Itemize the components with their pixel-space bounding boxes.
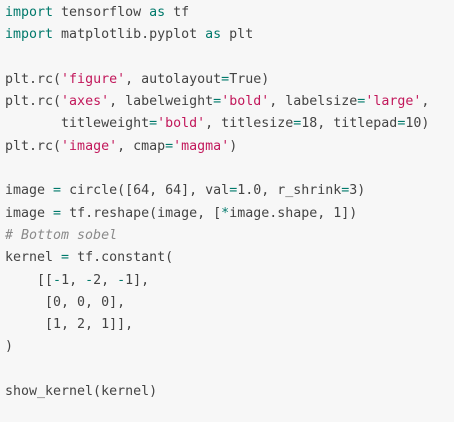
code-token: import bbox=[5, 27, 54, 43]
code-token: as bbox=[149, 5, 166, 20]
code-token: image bbox=[5, 183, 54, 199]
code-token: circle([64, 64], val bbox=[61, 183, 230, 199]
code-token: 3) bbox=[349, 183, 366, 199]
code-token: plt.rc( bbox=[5, 71, 62, 87]
code-token: [0, 0, 0], bbox=[5, 294, 126, 310]
code-token: = bbox=[165, 138, 174, 154]
code-token: image.shape, 1]) bbox=[229, 205, 358, 221]
code-token: = bbox=[221, 71, 230, 87]
code-token: 'large' bbox=[365, 94, 422, 110]
code-line: import tensorflow as tf bbox=[5, 2, 454, 24]
code-token: 1.0, r_shrink bbox=[237, 183, 342, 199]
code-token: = bbox=[61, 250, 70, 266]
code-line: [0, 0, 0], bbox=[5, 292, 454, 314]
code-token: , labelsize bbox=[269, 94, 358, 110]
code-token: 1, bbox=[61, 272, 86, 288]
code-token: 'magma' bbox=[173, 138, 230, 154]
code-line: plt.rc('axes', labelweight='bold', label… bbox=[5, 91, 454, 113]
code-token: plt.rc( bbox=[5, 138, 62, 154]
code-line: # Bottom sobel bbox=[5, 225, 454, 247]
code-token: True) bbox=[229, 71, 270, 87]
code-line: titleweight='bold', titlesize=18, titlep… bbox=[5, 113, 454, 135]
code-token: , bbox=[421, 94, 430, 110]
code-line: plt.rc('figure', autolayout=True) bbox=[5, 69, 454, 91]
code-token: ) bbox=[229, 138, 238, 154]
code-token: - bbox=[117, 272, 126, 288]
code-token: = bbox=[213, 94, 222, 110]
code-token: = bbox=[229, 183, 238, 199]
code-token: 1], bbox=[125, 272, 150, 288]
code-token: [1, 2, 1]], bbox=[5, 317, 134, 333]
code-token: tf.reshape(image, [ bbox=[61, 205, 222, 221]
code-token: ) bbox=[5, 339, 14, 355]
code-token: = bbox=[149, 116, 158, 132]
code-token: kernel bbox=[5, 250, 62, 266]
code-token: - bbox=[53, 272, 62, 288]
code-token: 'figure' bbox=[61, 71, 126, 87]
code-line: plt.rc('image', cmap='magma') bbox=[5, 136, 454, 158]
code-token: , titlesize bbox=[205, 116, 294, 132]
code-line: kernel = tf.constant( bbox=[5, 247, 454, 269]
code-token: = bbox=[53, 183, 62, 199]
code-token: 2, bbox=[93, 272, 118, 288]
code-line: ) bbox=[5, 336, 454, 358]
code-line: show_kernel(kernel) bbox=[5, 381, 454, 403]
code-token: tensorflow bbox=[53, 5, 150, 20]
code-token: tf.constant( bbox=[69, 250, 174, 266]
code-token: tf bbox=[165, 5, 190, 20]
code-block: import tensorflow as tf import matplotlib… bbox=[0, 0, 454, 422]
code-token: = bbox=[53, 205, 62, 221]
code-token: plt bbox=[221, 27, 254, 43]
code-token: image bbox=[5, 205, 54, 221]
code-line: import matplotlib.pyplot as plt bbox=[5, 24, 454, 46]
code-token: * bbox=[221, 205, 230, 221]
code-token: , labelweight bbox=[109, 94, 214, 110]
code-token: as bbox=[205, 27, 222, 43]
code-token: matplotlib.pyplot bbox=[53, 27, 206, 43]
code-token: plt.rc( bbox=[5, 94, 62, 110]
code-token: , cmap bbox=[117, 138, 166, 154]
code-line: image = tf.reshape(image, [*image.shape,… bbox=[5, 203, 454, 225]
code-token: 'bold' bbox=[221, 94, 270, 110]
code-token: 18, titlepad bbox=[301, 116, 398, 132]
code-token: show_kernel(kernel) bbox=[5, 384, 158, 400]
code-token: import bbox=[5, 5, 54, 20]
code-line: [[-1, -2, -1], bbox=[5, 270, 454, 292]
code-line: [1, 2, 1]], bbox=[5, 314, 454, 336]
code-token: titleweight bbox=[5, 116, 150, 132]
code-token: 10) bbox=[405, 116, 430, 132]
code-token: 'bold' bbox=[157, 116, 206, 132]
code-token: [[ bbox=[5, 272, 54, 288]
code-token: 'axes' bbox=[61, 94, 110, 110]
code-token: - bbox=[85, 272, 94, 288]
code-line: image = circle([64, 64], val=1.0, r_shri… bbox=[5, 180, 454, 202]
code-token: 'image' bbox=[61, 138, 118, 154]
code-token: # Bottom sobel bbox=[5, 227, 118, 243]
code-token: , autolayout bbox=[125, 71, 222, 87]
